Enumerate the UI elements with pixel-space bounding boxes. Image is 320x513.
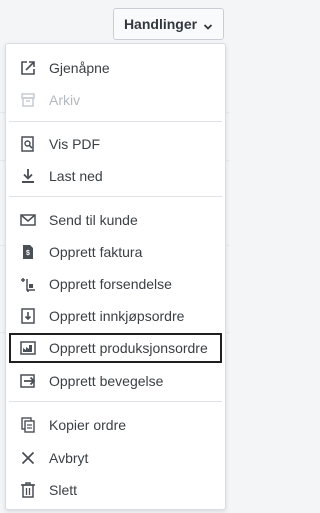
trash-icon (19, 481, 37, 499)
archive-icon (19, 91, 37, 109)
shipment-icon (19, 275, 37, 293)
menu-item-view-pdf[interactable]: Vis PDF (9, 129, 222, 159)
menu-item-purchase[interactable]: Opprett innkjøpsordre (9, 301, 222, 331)
menu-item-movement[interactable]: Opprett bevegelse (9, 366, 222, 396)
invoice-icon: $ (19, 243, 37, 261)
copy-icon (19, 416, 37, 434)
menu-item-invoice[interactable]: $ Opprett faktura (9, 237, 222, 267)
menu-separator (9, 196, 222, 197)
menu-item-label: Slett (49, 482, 78, 498)
close-icon (19, 449, 37, 467)
menu-item-label: Opprett forsendelse (49, 276, 172, 292)
menu-item-label: Opprett faktura (49, 244, 143, 260)
menu-item-copy[interactable]: Kopier ordre (9, 410, 222, 440)
menu-item-label: Vis PDF (49, 136, 101, 152)
menu-item-delete[interactable]: Slett (9, 475, 222, 505)
actions-dropdown-button[interactable]: Handlinger (113, 8, 224, 40)
download-icon (19, 167, 37, 185)
menu-item-label: Opprett innkjøpsordre (49, 308, 185, 324)
menu-item-label: Avbryt (49, 450, 89, 466)
production-order-icon (19, 339, 37, 357)
menu-item-production[interactable]: Opprett produksjonsordre (9, 333, 222, 363)
menu-item-label: Send til kunde (49, 212, 138, 228)
menu-item-download[interactable]: Last ned (9, 161, 222, 191)
external-link-icon (19, 59, 37, 77)
chevron-down-icon (203, 19, 213, 30)
menu-item-cancel[interactable]: Avbryt (9, 443, 222, 473)
menu-item-send[interactable]: Send til kunde (9, 205, 222, 235)
menu-item-label: Arkiv (49, 92, 81, 108)
menu-item-label: Last ned (49, 168, 103, 184)
envelope-icon (19, 211, 37, 229)
actions-menu: Gjenåpne Arkiv Vis PDF Last ned Send til… (5, 43, 226, 510)
menu-item-shipment[interactable]: Opprett forsendelse (9, 269, 222, 299)
purchase-order-icon (19, 307, 37, 325)
svg-text:$: $ (26, 250, 30, 257)
search-document-icon (19, 135, 37, 153)
menu-item-label: Opprett produksjonsordre (49, 340, 208, 356)
menu-item-label: Kopier ordre (49, 417, 127, 433)
movement-icon (19, 372, 37, 390)
menu-separator (9, 121, 222, 122)
menu-item-label: Opprett bevegelse (49, 373, 164, 389)
menu-item-label: Gjenåpne (49, 60, 110, 76)
menu-item-archive[interactable]: Arkiv (9, 85, 222, 115)
menu-item-reopen[interactable]: Gjenåpne (9, 53, 222, 83)
menu-separator (9, 401, 222, 402)
actions-button-label: Handlinger (123, 16, 198, 32)
